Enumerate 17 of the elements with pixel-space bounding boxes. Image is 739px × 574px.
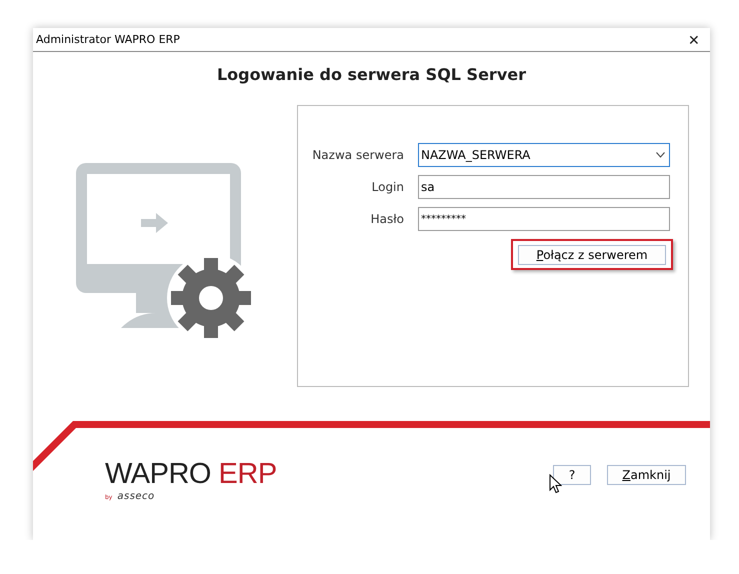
close-button[interactable]: ✕	[684, 32, 704, 48]
chevron-down-icon	[656, 152, 665, 158]
input-field[interactable]: sa	[418, 175, 670, 199]
monitor-gear-icon	[76, 163, 254, 341]
logo-text: WAPRO ERP	[105, 459, 277, 489]
field-label: Login	[372, 180, 404, 194]
dialog-heading: Logowanie do serwera SQL Server	[216, 65, 527, 86]
help-button[interactable]: ?	[553, 465, 591, 485]
server-combo-box[interactable]: NAZWA_SERWERA	[418, 143, 670, 167]
window-title: Administrator WAPRO ERP	[36, 33, 180, 46]
mouse-pointer-icon	[549, 474, 562, 494]
close-dialog-button[interactable]: Zamknij	[607, 465, 686, 485]
input-field[interactable]: *********	[418, 207, 670, 231]
field-label: Hasło	[370, 212, 404, 226]
connect-button[interactable]: Połącz z serwerem	[518, 245, 666, 265]
field-label: Nazwa serwera	[312, 148, 404, 162]
brand-name: asseco	[117, 491, 155, 502]
